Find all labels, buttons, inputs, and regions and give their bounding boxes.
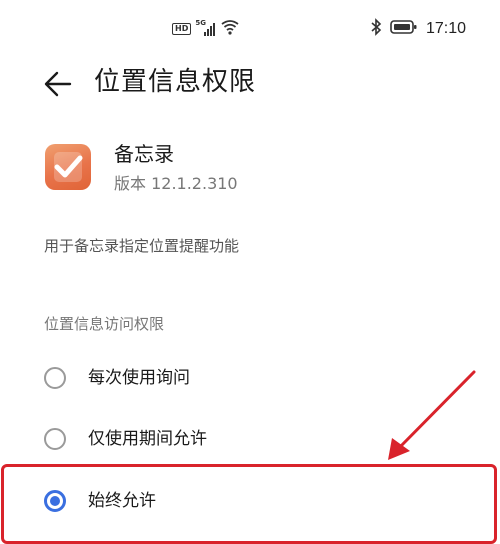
status-bar: HD 5G 17:10: [0, 0, 500, 58]
app-name: 备忘录: [114, 142, 174, 166]
status-bar-left: HD 5G: [172, 19, 239, 39]
option-label: 始终允许: [88, 491, 156, 511]
option-allow-while-using[interactable]: 仅使用期间允许: [20, 416, 490, 464]
signal-icon: 5G: [195, 19, 217, 37]
permission-purpose-text: 用于备忘录指定位置提醒功能: [44, 237, 240, 255]
battery-icon: [390, 19, 418, 39]
wifi-icon: [221, 19, 239, 39]
network-type-label: 5G: [195, 19, 206, 27]
back-button[interactable]: [38, 64, 78, 104]
option-label: 每次使用询问: [88, 368, 190, 388]
option-ask-every-time[interactable]: 每次使用询问: [20, 355, 490, 403]
radio-button-selected[interactable]: [44, 490, 66, 512]
section-label-location-access: 位置信息访问权限: [44, 315, 165, 333]
option-always-allow[interactable]: 始终允许: [20, 478, 490, 526]
option-label: 仅使用期间允许: [88, 429, 207, 449]
clock-time: 17:10: [425, 20, 466, 37]
arrow-left-icon: [44, 71, 72, 97]
memo-app-icon: [45, 144, 91, 190]
radio-button[interactable]: [44, 428, 66, 450]
status-bar-right: 17:10: [370, 18, 466, 40]
radio-button[interactable]: [44, 367, 66, 389]
bluetooth-icon: [370, 18, 382, 40]
page-title: 位置信息权限: [94, 67, 257, 97]
app-version: 版本 12.1.2.310: [114, 174, 238, 193]
hd-icon: HD: [172, 23, 192, 35]
